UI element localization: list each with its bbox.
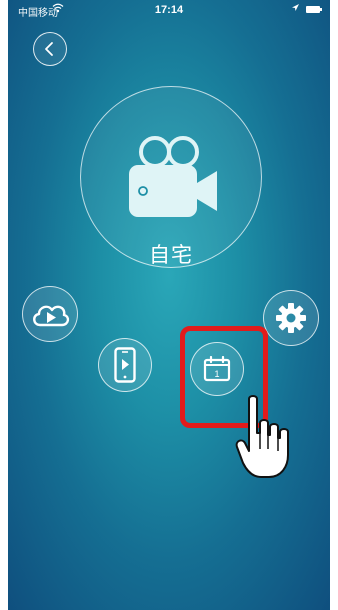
gear-icon (276, 303, 306, 333)
app-screen: 中国移动 17:14 自宅 1 (8, 0, 330, 610)
status-bar: 中国移动 17:14 (8, 0, 330, 22)
clock: 17:14 (154, 4, 184, 16)
device-name: 自宅 (149, 244, 193, 267)
cloud-playback-button[interactable] (22, 286, 78, 342)
location-icon (291, 3, 300, 15)
cloud-play-icon (33, 305, 70, 327)
device-live-button[interactable]: 自宅 (80, 86, 262, 268)
hand-pointer-icon (235, 395, 289, 478)
back-button[interactable] (33, 32, 67, 66)
local-playback-button[interactable] (98, 338, 152, 392)
video-camera-icon (129, 136, 217, 217)
phone-play-icon (114, 347, 136, 383)
chevron-left-icon (45, 42, 53, 56)
battery-icon (306, 6, 322, 13)
settings-button[interactable] (263, 290, 319, 346)
